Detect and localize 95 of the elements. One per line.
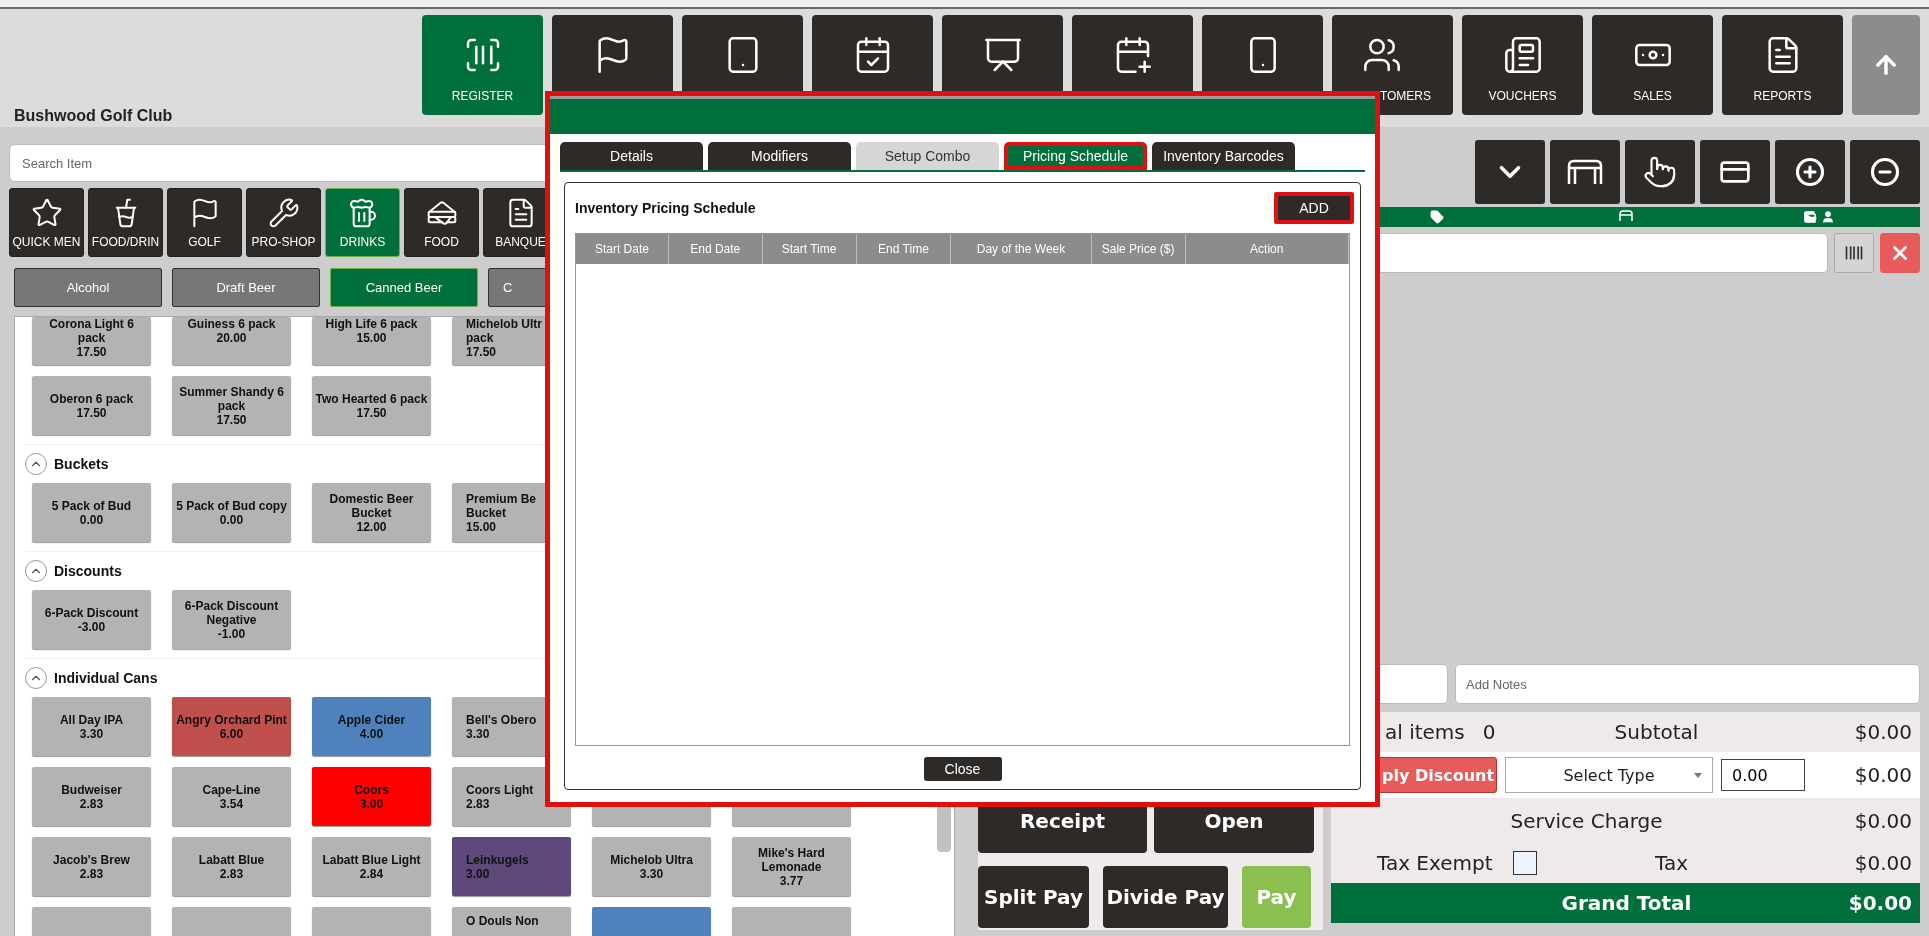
item-tile[interactable]: Jacob's Brew 2.83 (32, 837, 151, 896)
item-tile[interactable]: Cape-Line 3.54 (172, 767, 291, 826)
total-items-label: al items (1385, 720, 1465, 744)
table-icon (1565, 158, 1605, 186)
item-tile[interactable]: Mike's Hard Lemonade 3.77 (732, 837, 851, 896)
nav-button[interactable]: TOMERS (1332, 15, 1453, 115)
notes-field[interactable]: Add Notes (1455, 664, 1920, 704)
section-title: Buckets (54, 456, 109, 472)
star-icon (30, 196, 63, 229)
item-tile[interactable]: High Life 6 pack 15.00 (312, 317, 431, 365)
nav-button[interactable]: REGISTER (422, 15, 543, 115)
column-header: Sale Price ($) (1091, 234, 1186, 264)
item-tile[interactable]: Michelob Ultra 3.30 (592, 837, 711, 896)
minus-icon (1870, 157, 1900, 187)
section-title: Discounts (54, 563, 122, 579)
discount-value: $0.00 (1854, 763, 1912, 787)
action-button[interactable]: Divide Pay (1103, 866, 1228, 928)
category-button[interactable]: DRINKS (325, 188, 400, 257)
category-button[interactable]: PRO-SHOP (246, 188, 321, 257)
tax-value: $0.00 (1854, 851, 1912, 875)
item-tile[interactable]: Two Hearted 6 pack 17.50 (312, 376, 431, 435)
close-button[interactable]: Close (923, 757, 1002, 781)
category-button[interactable]: FOOD/DRIN (88, 188, 163, 257)
item-tile[interactable]: Coors 3.00 (312, 767, 431, 826)
plus-icon (1795, 157, 1825, 187)
table-icon (1619, 210, 1633, 222)
dialog-tab[interactable]: Details (560, 142, 703, 170)
item-tile[interactable]: 6-Pack Discount Negative -1.00 (172, 590, 291, 649)
item-tile[interactable]: Guiness 6 pack 20.00 (172, 317, 291, 365)
column-header: Day of the Week (951, 234, 1092, 264)
section-title: Individual Cans (54, 670, 158, 686)
item-tile[interactable]: O Douls Non (452, 907, 571, 936)
category-button[interactable]: QUICK MEN (9, 188, 84, 257)
nav-button[interactable]: VOUCHERS (1462, 15, 1583, 115)
column-header: End Time (856, 234, 952, 264)
subcategory-button[interactable]: Draft Beer (172, 268, 320, 307)
table-button[interactable] (1550, 140, 1620, 204)
category-button[interactable]: FOOD (404, 188, 479, 257)
category-button[interactable]: GOLF (167, 188, 242, 257)
dialog-tab[interactable]: Modifiers (708, 142, 851, 170)
item-tile[interactable]: Labatt Blue 2.83 (172, 837, 291, 896)
add-button[interactable]: ADD (1274, 192, 1354, 224)
item-tile[interactable]: Budweiser 2.83 (32, 767, 151, 826)
barcode-icon (1844, 243, 1864, 263)
grand-total-label: Grand Total (1560, 891, 1692, 915)
tag-icon (1430, 210, 1444, 224)
column-header: End Date (668, 234, 763, 264)
item-tile[interactable]: Angry Orchard Pint 6.00 (172, 697, 291, 756)
tax-label: Tax (1655, 851, 1688, 875)
total-items-count: 0 (1482, 720, 1496, 744)
pointer-icon (1643, 155, 1677, 189)
card-button[interactable] (1700, 140, 1770, 204)
barcode-button[interactable] (1834, 233, 1874, 273)
discount-type-select[interactable]: Select Type (1505, 757, 1713, 793)
dropdown-caret-icon (1694, 773, 1702, 778)
clear-button[interactable] (1880, 233, 1920, 273)
collapse-button[interactable] (1475, 140, 1545, 204)
nav-button[interactable]: SALES (1592, 15, 1713, 115)
tax-exempt-checkbox[interactable] (1512, 851, 1537, 875)
action-button[interactable]: Split Pay (978, 866, 1089, 928)
service-charge-label: Service Charge (1509, 808, 1663, 833)
item-tile[interactable]: Domestic Beer Bucket 12.00 (312, 483, 431, 542)
tap-button[interactable] (1625, 140, 1695, 204)
dialog-tab[interactable]: Inventory Barcodes (1152, 142, 1295, 170)
subcategory-button[interactable]: Alcohol (14, 268, 162, 307)
tax-exempt-label: Tax Exempt (1377, 851, 1493, 875)
item-tile[interactable]: Labatt Blue Light 2.84 (312, 837, 431, 896)
column-header: Start Time (762, 234, 857, 264)
column-header: Action (1185, 234, 1349, 264)
item-tile[interactable]: 5 Pack of Bud copy 0.00 (172, 483, 291, 542)
nav-button[interactable]: REPORTS (1722, 15, 1843, 115)
item-tile[interactable]: Oberon 6 pack 17.50 (32, 376, 151, 435)
item-tile[interactable]: Corona Light 6 pack 17.50 (32, 317, 151, 365)
item-tile[interactable]: All Day IPA 3.30 (32, 697, 151, 756)
wrench-icon (267, 196, 300, 229)
user-icon (1821, 210, 1835, 224)
subtotal-label: Subtotal (1614, 720, 1699, 744)
discount-amount-field[interactable]: 0.00 (1721, 759, 1805, 791)
service-charge-value: $0.00 (1854, 808, 1912, 833)
item-tile[interactable]: Apple Cider 4.00 (312, 697, 431, 756)
panel-title: Inventory Pricing Schedule (575, 200, 756, 216)
item-tile[interactable]: Summer Shandy 6 pack 17.50 (172, 376, 291, 435)
scroll-up-button[interactable] (1852, 15, 1920, 115)
add-button[interactable] (1775, 140, 1845, 204)
grand-total-value: $0.00 (1848, 891, 1912, 915)
wallet-icon (1803, 210, 1817, 224)
subtotal-value: $0.00 (1854, 720, 1912, 744)
item-tile[interactable]: 6-Pack Discount -3.00 (32, 590, 151, 649)
newspaper-icon (1502, 35, 1543, 75)
subcategory-button[interactable]: Canned Beer (330, 268, 478, 307)
column-header: Start Date (576, 234, 669, 264)
item-tile[interactable]: 5 Pack of Bud 0.00 (32, 483, 151, 542)
dialog-tab[interactable]: Pricing Schedule (1004, 142, 1147, 170)
remove-button[interactable] (1850, 140, 1920, 204)
store-name: Bushwood Golf Club (13, 107, 173, 126)
